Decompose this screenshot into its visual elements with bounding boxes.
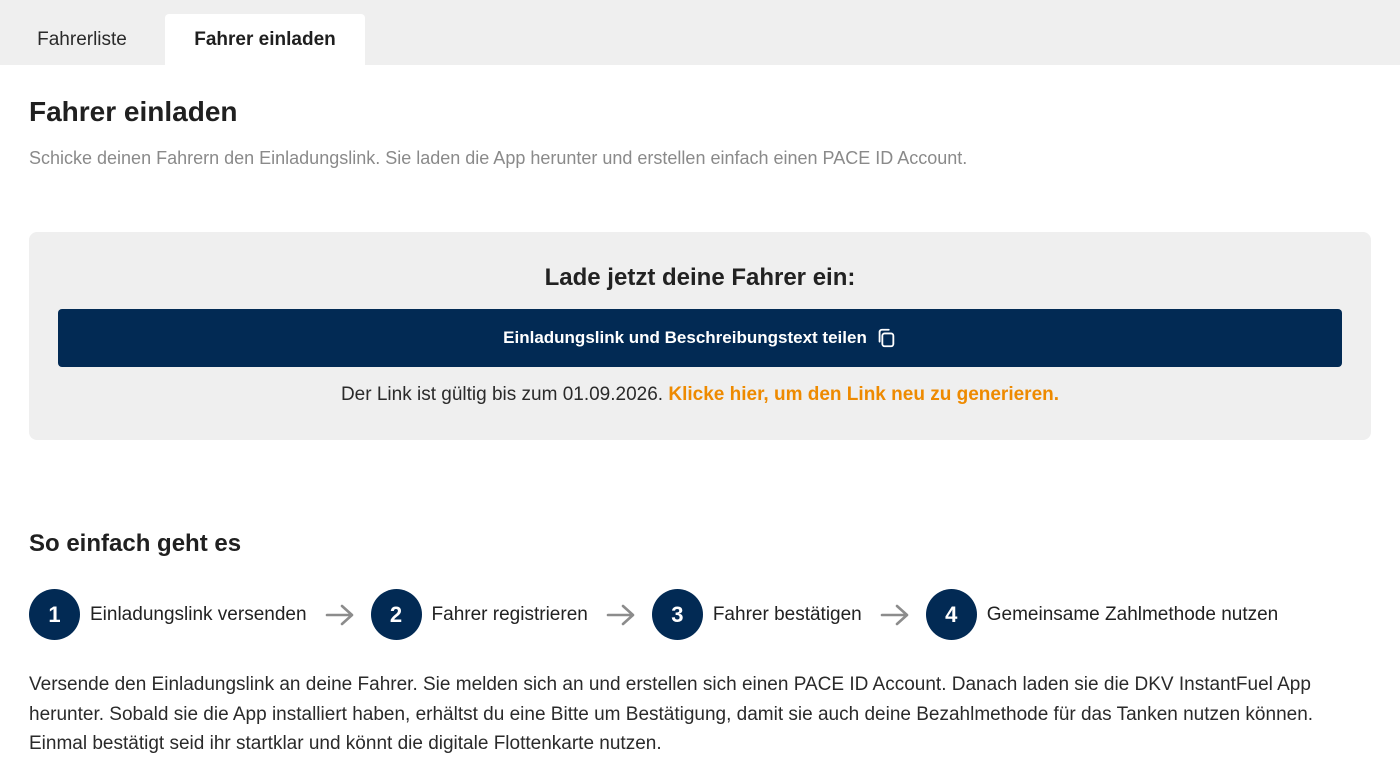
step-label: Gemeinsame Zahlmethode nutzen (986, 603, 1279, 625)
step-number-badge: 2 (370, 589, 422, 640)
step-1: 1 Einladungslink versenden (29, 589, 307, 640)
share-button-label: Einladungslink und Beschreibungstext tei… (503, 328, 867, 347)
step-4: 4 Gemeinsame Zahlmethode nutzen (925, 589, 1279, 640)
invite-panel: Lade jetzt deine Fahrer ein: Einladungsl… (29, 232, 1371, 440)
tab-fahrerliste[interactable]: Fahrerliste (0, 14, 164, 65)
tab-fahrer-einladen[interactable]: Fahrer einladen (165, 14, 365, 65)
how-it-works-description: Versende den Einladungslink an deine Fah… (29, 674, 1314, 754)
step-3: 3 Fahrer bestätigen (651, 589, 862, 640)
step-number-badge: 1 (29, 589, 80, 640)
invite-heading: Lade jetzt deine Fahrer ein: (544, 264, 856, 291)
step-label: Fahrer bestätigen (712, 603, 862, 625)
tab-bar: Fahrerliste Fahrer einladen (0, 0, 1400, 65)
step-number-badge: 4 (925, 589, 977, 640)
arrow-right-icon (325, 604, 353, 625)
steps-row: 1 Einladungslink versenden 2 Fahrer regi… (29, 589, 1278, 640)
step-number-badge: 3 (651, 589, 703, 640)
page-title: Fahrer einladen (29, 96, 238, 127)
link-validity-text: Der Link ist gültig bis zum 01.09.2026. … (29, 384, 1371, 406)
how-it-works-heading: So einfach geht es (29, 530, 242, 557)
share-invite-link-button[interactable]: Einladungslink und Beschreibungstext tei… (58, 309, 1342, 367)
validity-date-text: Der Link ist gültig bis zum 01.09.2026. (340, 384, 664, 405)
step-label: Einladungslink versenden (90, 603, 307, 625)
arrow-right-icon (606, 604, 635, 625)
arrow-right-icon (880, 604, 909, 625)
step-label: Fahrer registrieren (431, 603, 588, 625)
page-subtitle: Schicke deinen Fahrern den Einladungslin… (29, 148, 968, 168)
copy-icon (878, 328, 895, 348)
step-2: 2 Fahrer registrieren (370, 589, 588, 640)
regenerate-link[interactable]: Klicke hier, um den Link neu zu generier… (668, 384, 1059, 405)
